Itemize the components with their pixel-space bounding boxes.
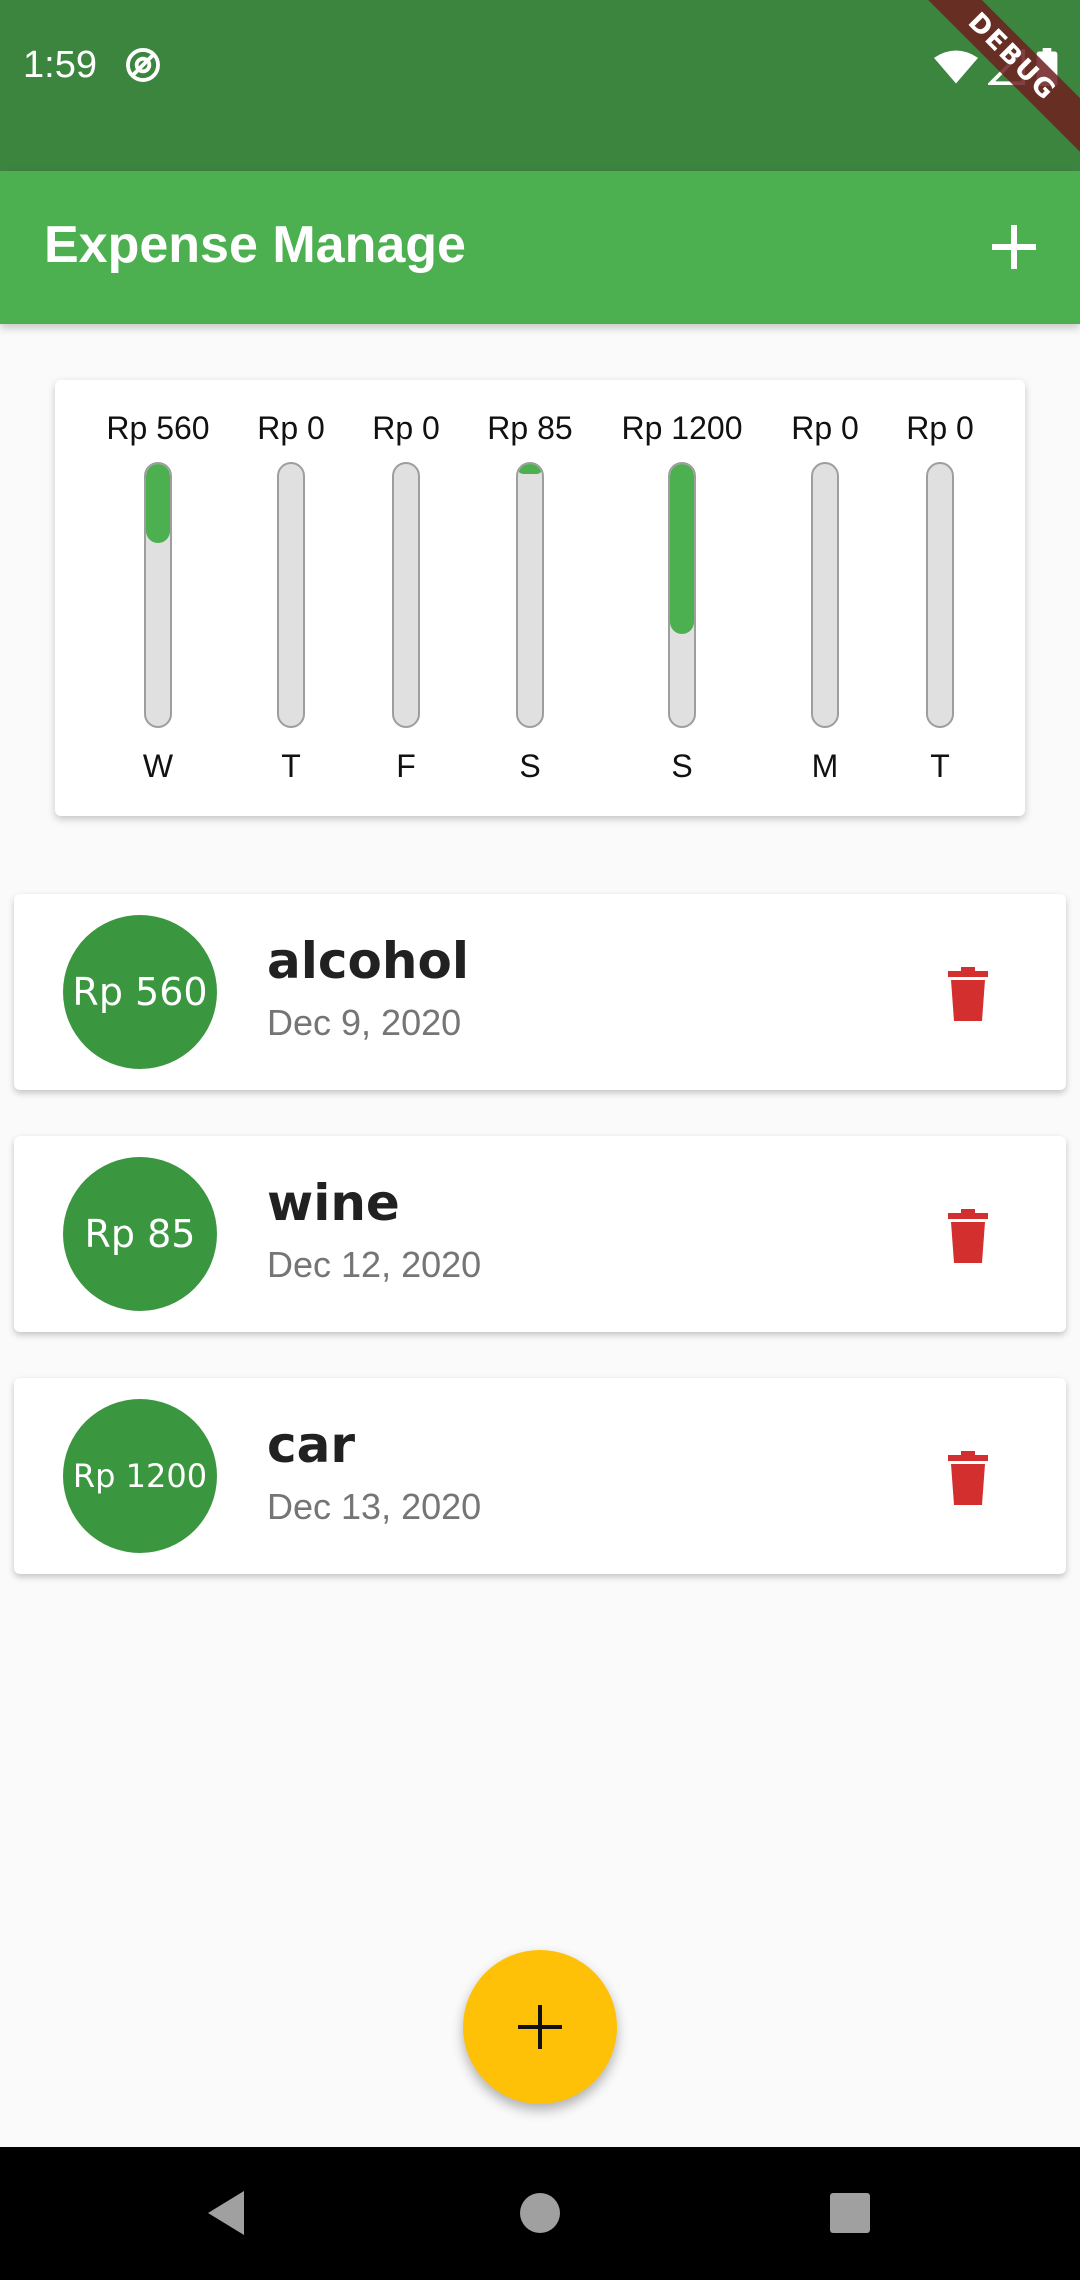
transaction-card: Rp 85 wine Dec 12, 2020 (14, 1136, 1066, 1332)
bar-track (277, 462, 305, 728)
trash-icon (948, 967, 988, 1021)
delete-button[interactable] (940, 1448, 996, 1508)
square-recents-icon (830, 2193, 870, 2233)
chart-bar-column: Rp 0 T (850, 408, 1030, 786)
bar-amount-label: Rp 0 (906, 410, 974, 446)
amount-avatar: Rp 560 (63, 915, 217, 1069)
amount-avatar: Rp 85 (63, 1157, 217, 1311)
plus-icon (992, 225, 1036, 269)
transaction-title: car (267, 1416, 356, 1474)
weekly-chart-card: Rp 560 W Rp 0 T Rp 0 F Rp 85 S Rp 1200 S… (55, 380, 1025, 816)
status-time: 1:59 (23, 44, 97, 86)
bar-fill (518, 464, 542, 475)
nav-home-button[interactable] (510, 2183, 570, 2243)
debug-label: DEBUG (910, 0, 1080, 163)
nav-back-button[interactable] (196, 2183, 256, 2243)
transaction-date: Dec 9, 2020 (267, 1002, 462, 1043)
system-nav-bar (0, 2147, 1080, 2280)
bar-fill (670, 464, 694, 635)
triangle-back-icon (208, 2191, 244, 2235)
bar-track (392, 462, 420, 728)
transaction-card: Rp 1200 car Dec 13, 2020 (14, 1378, 1066, 1574)
nav-recents-button[interactable] (820, 2183, 880, 2243)
transaction-date: Dec 13, 2020 (267, 1486, 482, 1527)
bar-track (811, 462, 839, 728)
transaction-title: alcohol (267, 932, 469, 990)
bar-track (926, 462, 954, 728)
at-sign-icon (126, 48, 160, 82)
plus-icon (518, 2005, 562, 2049)
bar-fill (146, 464, 170, 543)
status-bar: 1:59 DEBUG (0, 0, 1080, 171)
trash-icon (948, 1209, 988, 1263)
delete-button[interactable] (940, 964, 996, 1024)
app-bar: Expense Manage (0, 171, 1080, 324)
bar-track (516, 462, 544, 728)
delete-button[interactable] (940, 1206, 996, 1266)
trash-icon (948, 1451, 988, 1505)
debug-ribbon: DEBUG (910, 0, 1080, 170)
amount-avatar: Rp 1200 (63, 1399, 217, 1553)
transaction-title: wine (267, 1174, 400, 1232)
bar-day-label: T (930, 748, 950, 784)
app-title: Expense Manage (44, 216, 466, 274)
bar-track (668, 462, 696, 728)
transaction-date: Dec 12, 2020 (267, 1244, 482, 1285)
circle-home-icon (520, 2193, 560, 2233)
add-expense-button[interactable] (978, 211, 1050, 283)
add-transaction-fab[interactable] (463, 1950, 617, 2104)
bar-track (144, 462, 172, 728)
transaction-card: Rp 560 alcohol Dec 9, 2020 (14, 894, 1066, 1090)
